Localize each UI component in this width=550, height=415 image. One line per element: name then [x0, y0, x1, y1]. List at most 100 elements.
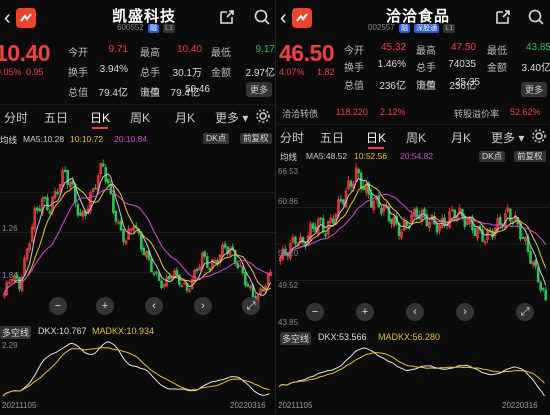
- candle-body: [152, 272, 156, 275]
- candle-body: [63, 169, 67, 172]
- zoom-in-icon[interactable]: +: [356, 303, 374, 321]
- stat-value: 25.35: [454, 77, 480, 88]
- candle-body: [119, 220, 123, 231]
- y-tick-label: 66.53: [278, 167, 299, 176]
- top-bar: ‹ 凯盛科技 600552 融 L1: [0, 0, 275, 40]
- end-date: 20220316: [502, 401, 538, 410]
- dk-point-button[interactable]: DK点: [203, 133, 230, 144]
- candle-body: [195, 269, 199, 272]
- candle-body: [314, 226, 317, 232]
- candle-body: [94, 187, 97, 190]
- tab-3[interactable]: 周K: [406, 129, 426, 146]
- y-tick-label: 1.26: [2, 224, 18, 233]
- stat-value: 9.71: [108, 44, 128, 55]
- change-percent: 0.05%: [0, 67, 22, 77]
- period-tabs: 分时 五日 日K 周K 月K 更多 ▾: [276, 124, 550, 149]
- fullscreen-icon[interactable]: ⤢: [242, 297, 260, 315]
- scroll-left-icon[interactable]: ‹: [145, 297, 163, 315]
- candle-body: [46, 197, 49, 211]
- dkx-chart: [2, 341, 270, 397]
- back-icon[interactable]: ‹: [4, 8, 11, 28]
- tab-3[interactable]: 周K: [130, 109, 150, 126]
- zoom-out-icon[interactable]: −: [306, 303, 324, 321]
- tab-5[interactable]: 更多 ▾: [215, 109, 248, 126]
- ma20-value: 20:10.84: [114, 134, 148, 144]
- candle-body: [294, 236, 297, 244]
- stock-code-row: 600552 融 L1: [117, 23, 175, 33]
- candle-body: [205, 256, 209, 269]
- scroll-right-icon[interactable]: ›: [456, 303, 474, 321]
- stat-label: 最低: [211, 48, 231, 59]
- stat-value: 79.4亿: [98, 88, 128, 99]
- ma-label: 均线: [0, 135, 18, 145]
- ma-label: 均线: [280, 152, 298, 162]
- tab-2[interactable]: 日K: [366, 129, 386, 149]
- period-tabs: 分时 五日 日K 周K 月K 更多 ▾: [0, 104, 275, 129]
- tab-0[interactable]: 分时: [4, 109, 28, 126]
- stock-code: 600552: [117, 23, 144, 32]
- candle-body: [107, 178, 110, 184]
- search-icon[interactable]: [527, 8, 545, 26]
- settings-icon[interactable]: [532, 129, 546, 143]
- stat-label: 总手: [140, 68, 160, 79]
- settings-icon[interactable]: [256, 109, 270, 123]
- stat-label: 今开: [344, 46, 364, 57]
- candle-body: [157, 273, 161, 281]
- candle-body: [319, 217, 323, 220]
- bond-label: 洽洽转债: [282, 109, 319, 119]
- candle-body: [529, 250, 532, 264]
- back-icon[interactable]: ‹: [280, 8, 287, 28]
- candle-body: [175, 269, 179, 276]
- tab-0[interactable]: 分时: [280, 129, 304, 146]
- tab-5[interactable]: 更多 ▾: [491, 129, 524, 146]
- adjust-button[interactable]: 前复权: [514, 151, 546, 162]
- chart-controls: − + ‹ › ⤢: [276, 303, 550, 325]
- share-icon[interactable]: [218, 8, 236, 26]
- tab-1[interactable]: 五日: [44, 109, 68, 126]
- fullscreen-icon[interactable]: ⤢: [516, 303, 534, 321]
- search-icon[interactable]: [253, 8, 271, 26]
- chart-controls: − + ‹ › ⤢: [0, 297, 275, 319]
- scroll-right-icon[interactable]: ›: [194, 297, 212, 315]
- more-stats-button[interactable]: 更多: [521, 82, 548, 97]
- stat-label: 最低: [487, 46, 507, 57]
- share-icon[interactable]: [494, 8, 512, 26]
- candle-body: [342, 199, 345, 205]
- ma5-line: [279, 177, 547, 286]
- zoom-out-icon[interactable]: −: [49, 297, 67, 315]
- kline-chart[interactable]: [276, 163, 550, 323]
- tab-2[interactable]: 日K: [90, 109, 110, 129]
- premium-label: 转股溢价率: [454, 109, 500, 119]
- scroll-left-icon[interactable]: ‹: [406, 303, 424, 321]
- kline-chart[interactable]: [0, 146, 275, 321]
- candle-body: [150, 258, 153, 273]
- tab-1[interactable]: 五日: [320, 129, 344, 146]
- stat-label: 最高: [416, 46, 436, 57]
- dk-point-button[interactable]: DK点: [479, 151, 506, 162]
- candle-body: [453, 209, 457, 218]
- candle-body: [203, 251, 207, 257]
- madkx-value: MADKX:56.280: [378, 332, 441, 342]
- zoom-in-icon[interactable]: +: [96, 297, 114, 315]
- stat-value: 74035: [448, 59, 476, 70]
- candle-body: [48, 211, 52, 214]
- stat-value: 10.40: [176, 44, 202, 55]
- tab-4[interactable]: 月K: [175, 109, 195, 126]
- convertible-bond-row[interactable]: 洽洽转债 118.220 2.12% 转股溢价率 52.62%: [276, 104, 550, 120]
- sub-indicator-legend: 多空线 DKX:53.566 MADKX:56.280: [276, 330, 550, 345]
- stock-code-row: 002557 融 深股通 L1: [368, 23, 456, 33]
- tab-4[interactable]: 月K: [451, 129, 471, 146]
- stat-value: 3.94%: [99, 64, 128, 75]
- candle-body: [122, 228, 125, 243]
- stat-label: 总值: [68, 88, 88, 99]
- stat-label: 总手: [416, 63, 436, 74]
- stat-value: 3.40亿: [521, 63, 550, 74]
- app-logo-icon: [292, 8, 312, 28]
- stock-panel-right: ‹ 洽洽食品 002557 融 深股通 L1 46.50 4.07% 1.82 …: [276, 0, 550, 415]
- more-stats-button[interactable]: 更多: [246, 82, 273, 97]
- ma20-value: 20:54.82: [400, 151, 434, 161]
- candle-body: [332, 218, 335, 224]
- madkx-line: [2, 347, 270, 397]
- adjust-button[interactable]: 前复权: [240, 133, 272, 144]
- candle-body: [544, 289, 548, 301]
